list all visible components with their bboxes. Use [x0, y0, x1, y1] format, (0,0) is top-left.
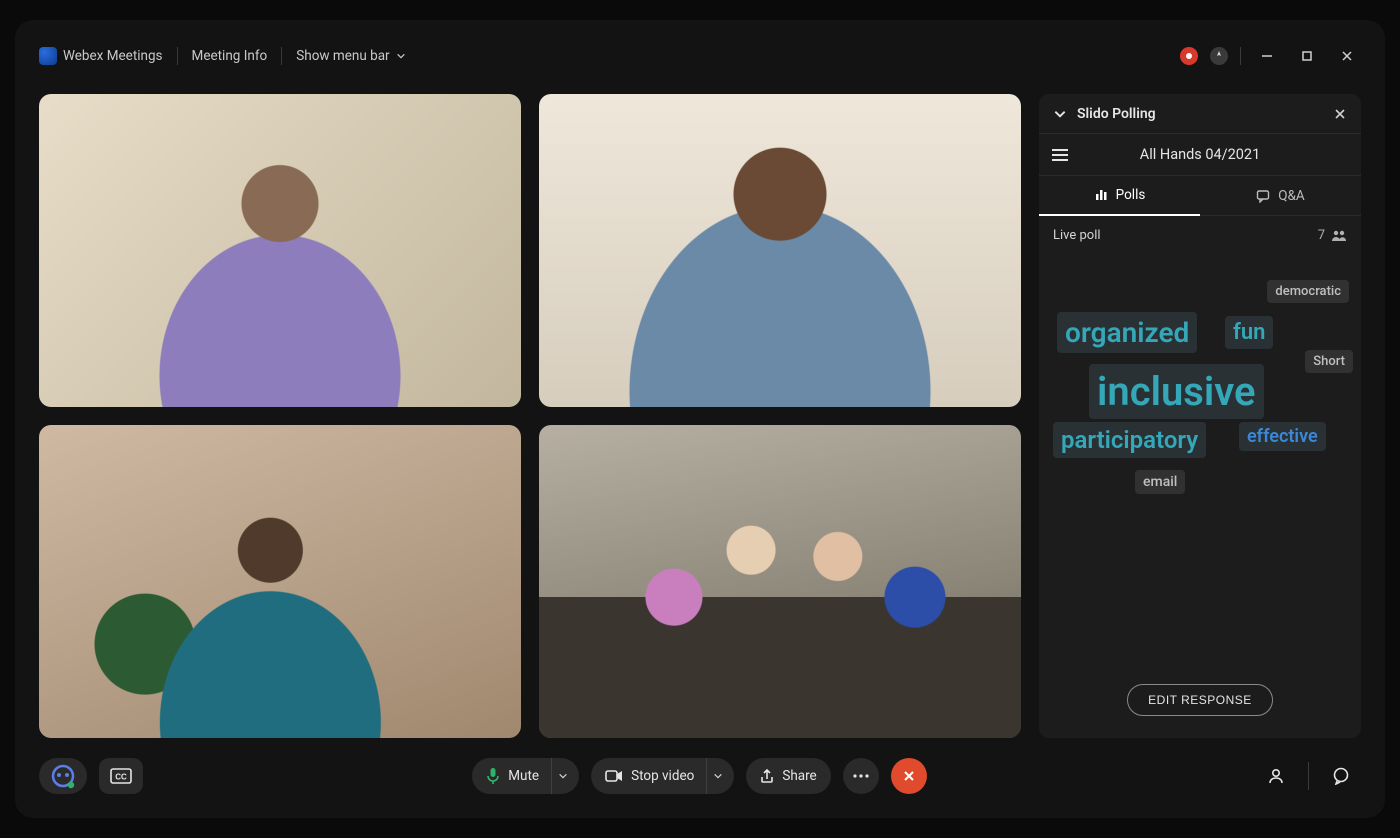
live-poll-label: Live poll: [1053, 228, 1101, 243]
show-menu-label: Show menu bar: [296, 48, 389, 64]
live-poll-header: Live poll 7: [1039, 216, 1361, 254]
main-area: Slido Polling All Hands 04/2021: [15, 76, 1385, 748]
qa-icon: [1256, 189, 1270, 203]
share-icon: [760, 768, 774, 784]
more-options-button[interactable]: [843, 758, 879, 794]
tab-polls-label: Polls: [1116, 187, 1146, 203]
chat-button[interactable]: [1321, 758, 1361, 794]
word-cloud: democratic organized fun Short inclusive…: [1039, 254, 1361, 668]
participant-count: 7: [1318, 228, 1325, 243]
app-name-label: Webex Meetings: [63, 48, 163, 64]
close-icon: [902, 769, 916, 783]
panel-header: Slido Polling: [1039, 94, 1361, 134]
webex-logo-icon: [39, 47, 57, 65]
more-icon: [853, 774, 869, 778]
assistant-icon: [49, 762, 77, 790]
menu-icon[interactable]: [1049, 146, 1071, 164]
person-icon: [1267, 767, 1285, 785]
divider: [281, 47, 282, 65]
wc-word-short: Short: [1305, 350, 1353, 373]
chevron-down-icon: [558, 771, 568, 781]
title-bar: Webex Meetings Meeting Info Show menu ba…: [15, 36, 1385, 76]
polls-icon: [1094, 188, 1108, 202]
share-button[interactable]: Share: [746, 758, 830, 794]
webex-assistant-button[interactable]: [39, 758, 87, 794]
microphone-icon: [486, 767, 500, 785]
closed-captions-icon: CC: [110, 768, 132, 784]
stop-video-button[interactable]: Stop video: [591, 758, 734, 794]
minimize-button[interactable]: [1253, 42, 1281, 70]
wc-word-participatory: participatory: [1053, 422, 1206, 458]
close-button[interactable]: [1333, 42, 1361, 70]
divider: [1308, 762, 1309, 790]
captions-button[interactable]: CC: [99, 758, 143, 794]
wc-word-effective: effective: [1239, 422, 1326, 451]
show-menu-bar-button[interactable]: Show menu bar: [296, 48, 405, 64]
divider: [177, 47, 178, 65]
divider: [1240, 47, 1241, 65]
tab-polls[interactable]: Polls: [1039, 176, 1200, 216]
navigation-icon[interactable]: [1210, 47, 1228, 65]
tab-qa[interactable]: Q&A: [1200, 176, 1361, 215]
share-label: Share: [782, 768, 816, 784]
chat-icon: [1332, 767, 1350, 785]
wc-word-inclusive: inclusive: [1089, 364, 1264, 419]
panel-tabs: Polls Q&A: [1039, 176, 1361, 216]
panel-subheader: All Hands 04/2021: [1039, 134, 1361, 176]
recording-indicator-icon[interactable]: [1180, 47, 1198, 65]
video-options-button[interactable]: [706, 758, 728, 794]
mute-label: Mute: [508, 768, 539, 784]
participants-icon: [1331, 229, 1347, 241]
leave-meeting-button[interactable]: [891, 758, 927, 794]
camera-icon: [605, 769, 623, 783]
app-title[interactable]: Webex Meetings: [39, 47, 163, 65]
edit-response-button[interactable]: EDIT RESPONSE: [1127, 684, 1273, 716]
panel-footer: EDIT RESPONSE: [1039, 668, 1361, 738]
participants-button[interactable]: [1256, 758, 1296, 794]
participant-tile[interactable]: [39, 94, 521, 407]
tab-qa-label: Q&A: [1278, 188, 1305, 204]
stop-video-label: Stop video: [631, 768, 694, 784]
svg-text:CC: CC: [115, 773, 127, 782]
wc-word-fun: fun: [1225, 316, 1273, 349]
meeting-info-label: Meeting Info: [192, 48, 268, 64]
slido-panel: Slido Polling All Hands 04/2021: [1039, 94, 1361, 738]
participant-tile[interactable]: [539, 425, 1021, 738]
meeting-info-button[interactable]: Meeting Info: [192, 48, 268, 64]
app-window: Webex Meetings Meeting Info Show menu ba…: [15, 20, 1385, 818]
participant-tile[interactable]: [39, 425, 521, 738]
wc-word-organized: organized: [1057, 312, 1197, 353]
video-grid: [39, 94, 1021, 738]
close-panel-icon[interactable]: [1333, 107, 1347, 121]
chevron-down-icon: [713, 771, 723, 781]
maximize-button[interactable]: [1293, 42, 1321, 70]
chevron-down-icon[interactable]: [1053, 107, 1067, 121]
mute-options-button[interactable]: [551, 758, 573, 794]
control-bar: CC Mute Stop video: [15, 748, 1385, 804]
mute-button[interactable]: Mute: [472, 758, 579, 794]
wc-word-email: email: [1135, 470, 1185, 494]
panel-title-label: Slido Polling: [1077, 106, 1156, 122]
participant-tile[interactable]: [539, 94, 1021, 407]
chevron-down-icon: [396, 51, 406, 61]
wc-word-democratic: democratic: [1267, 280, 1349, 303]
meeting-title-label: All Hands 04/2021: [1085, 146, 1315, 163]
